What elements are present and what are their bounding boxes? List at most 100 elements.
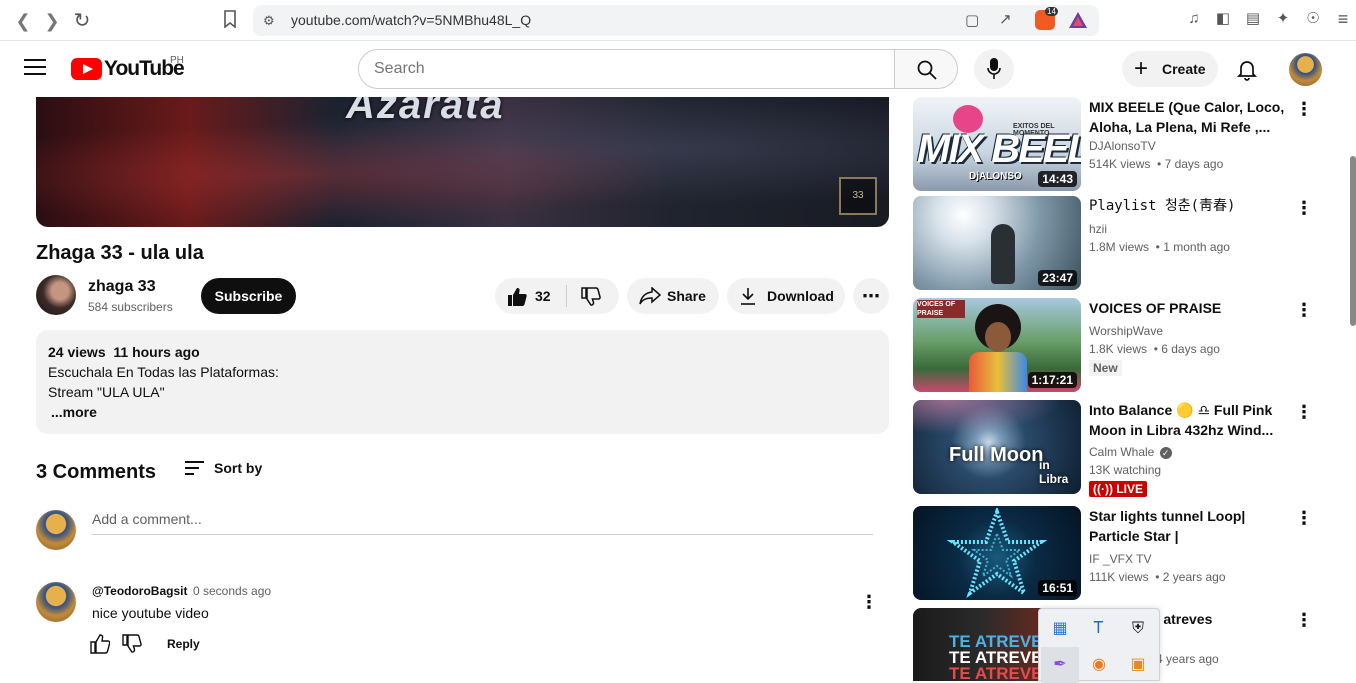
recommendation-item[interactable]: VOICES OF PRAISE 1:17:21 VOICES OF PRAIS…	[913, 298, 1323, 392]
thumbs-down-icon	[581, 287, 601, 306]
recommendation-thumbnail[interactable]: 23:47	[913, 196, 1081, 290]
reload-icon[interactable]: ↻	[71, 10, 93, 32]
more-actions-button[interactable]: ⋯	[853, 278, 889, 314]
recommendation-item[interactable]: EXITOS DEL MOMENTO MIX BEELE DjALONSO 14…	[913, 97, 1323, 191]
subscribe-button[interactable]: Subscribe	[201, 278, 296, 314]
vpn-icon[interactable]: ☉	[1303, 9, 1323, 29]
recommendation-channel[interactable]: WorshipWave	[1089, 324, 1163, 338]
recommendation-menu-icon[interactable]: ⋮	[1295, 99, 1313, 119]
recommendation-menu-icon[interactable]: ⋮	[1295, 508, 1313, 528]
feather-app-icon[interactable]: ✒	[1041, 647, 1079, 683]
like-button[interactable]: 32	[495, 278, 566, 314]
recommendation-thumbnail[interactable]: VOICES OF PRAISE 1:17:21	[913, 298, 1081, 392]
recommendation-thumbnail[interactable]: EXITOS DEL MOMENTO MIX BEELE DjALONSO 14…	[913, 97, 1081, 191]
back-icon[interactable]: ❮	[12, 10, 34, 32]
recommendation-thumbnail[interactable]: 16:51	[913, 506, 1081, 600]
sort-by-button[interactable]: Sort by	[214, 460, 262, 476]
search-button[interactable]	[894, 49, 958, 89]
security-shield-icon[interactable]: ⛨	[1119, 611, 1157, 647]
live-icon: ((·))	[1093, 482, 1113, 496]
recommendation-channel[interactable]: hzii	[1089, 222, 1107, 236]
page-scrollbar[interactable]	[1350, 156, 1356, 326]
dislike-button[interactable]	[567, 278, 619, 314]
recommendation-thumbnail[interactable]: Full Moon in Libra	[913, 400, 1081, 494]
video-description[interactable]: 24 views 11 hours ago Escuchala En Todas…	[36, 330, 889, 434]
sort-icon[interactable]	[185, 461, 204, 477]
recommendation-menu-icon[interactable]: ⋮	[1295, 198, 1313, 218]
bluetooth-icon[interactable]: Ꭲ	[1080, 611, 1118, 647]
recommendation-title[interactable]: Into Balance 🟡 ♎ Full Pink Moon in Libra…	[1089, 400, 1289, 440]
bookmark-icon[interactable]	[219, 10, 241, 32]
account-avatar[interactable]	[1289, 53, 1322, 86]
channel-avatar[interactable]	[36, 275, 76, 315]
url-text[interactable]: youtube.com/watch?v=5NMBhu48L_Q	[291, 12, 531, 28]
download-icon	[741, 288, 755, 305]
video-player[interactable]: Azarata 33	[36, 97, 889, 227]
recommendation-menu-icon[interactable]: ⋮	[1295, 300, 1313, 320]
video-duration: 23:47	[1038, 270, 1077, 286]
search-input[interactable]	[374, 60, 874, 78]
comment-time[interactable]: 0 seconds ago	[193, 584, 271, 598]
channel-name[interactable]: zhaga 33	[88, 278, 156, 296]
recommendation-item[interactable]: 23:47 Playlist 청춘(靑春) hzii 1.8M views • …	[913, 196, 1323, 290]
voice-search-button[interactable]	[974, 49, 1014, 89]
brave-shield-icon[interactable]: 14	[1035, 7, 1058, 30]
comment-author[interactable]: @TeodoroBagsit	[92, 584, 187, 598]
commenter-avatar[interactable]	[36, 582, 76, 622]
create-button[interactable]: + Create	[1122, 51, 1218, 87]
thumbnail-title: MIX BEELE	[917, 127, 1081, 171]
description-more-link[interactable]: ...more	[51, 404, 97, 420]
recommendation-channel[interactable]: IF _VFX TV	[1089, 552, 1151, 566]
network-app-icon[interactable]: ▦	[1041, 611, 1079, 647]
video-duration: 14:43	[1038, 171, 1077, 187]
reply-button[interactable]: Reply	[167, 637, 200, 651]
description-line: Escuchala En Todas las Plataformas:	[48, 364, 279, 380]
search-box[interactable]	[358, 49, 895, 89]
recommendation-channel[interactable]: Calm Whale ✓	[1089, 445, 1172, 459]
video-title: Zhaga 33 - ula ula	[36, 242, 204, 264]
recommendation-item[interactable]: Full Moon in Libra Into Balance 🟡 ♎ Full…	[913, 400, 1323, 497]
live-badge: ((·)) LIVE	[1089, 481, 1147, 497]
share-button[interactable]: Share	[627, 278, 719, 314]
download-button[interactable]: Download	[727, 278, 845, 314]
more-horizontal-icon: ⋯	[862, 286, 880, 306]
leo-ai-icon[interactable]: ✦	[1273, 9, 1293, 29]
recommendation-title[interactable]: Playlist 청춘(靑春)	[1089, 196, 1289, 216]
comment-dislike-icon[interactable]	[122, 634, 142, 654]
comment-like-icon[interactable]	[90, 634, 111, 654]
avast-icon[interactable]: ◉	[1080, 647, 1118, 683]
cast-icon[interactable]: ▢	[965, 11, 979, 29]
address-bar[interactable]: ⚙ youtube.com/watch?v=5NMBhu48L_Q ▢ ↗ 14	[253, 5, 1099, 36]
recommendation-menu-icon[interactable]: ⋮	[1295, 610, 1313, 630]
recommendation-meta: 514K views • 7 days ago	[1089, 157, 1224, 171]
add-comment-input[interactable]: Add a comment...	[92, 511, 202, 527]
recommendation-item[interactable]: 16:51 Star lights tunnel Loop| Particle …	[913, 506, 1323, 600]
utility-app-icon[interactable]: ▣	[1119, 647, 1157, 683]
site-info-icon[interactable]: ⚙	[263, 13, 275, 29]
comment-menu-icon[interactable]: ⋮	[859, 592, 879, 612]
my-avatar	[36, 510, 76, 550]
music-icon[interactable]: ♫	[1184, 9, 1204, 29]
hamburger-menu-icon[interactable]	[24, 59, 46, 77]
comment-text: nice youtube video	[92, 605, 209, 621]
player-title-art: Azarata	[346, 97, 505, 127]
notifications-bell-icon[interactable]	[1235, 57, 1259, 81]
thumbnail-brand: DjALONSO	[969, 171, 1022, 182]
recommendation-title[interactable]: Star lights tunnel Loop| Particle Star |	[1089, 506, 1289, 546]
recommendation-channel[interactable]: DJAlonsoTV	[1089, 139, 1156, 153]
browser-menu-icon[interactable]: ≡	[1333, 9, 1353, 29]
share-icon	[639, 287, 661, 305]
thumbnail-blossoms	[913, 400, 1081, 440]
recommendation-title[interactable]: te atreves	[1147, 609, 1297, 629]
description-meta: 24 views 11 hours ago	[48, 344, 200, 360]
search-icon	[917, 60, 937, 80]
recommendation-title[interactable]: MIX BEELE (Que Calor, Loco, Aloha, La Pl…	[1089, 97, 1289, 137]
share-page-icon[interactable]: ↗	[999, 10, 1012, 28]
youtube-header: YouTube PH + Create	[0, 41, 1356, 97]
recommendation-title[interactable]: VOICES OF PRAISE	[1089, 298, 1289, 318]
recommendation-menu-icon[interactable]: ⋮	[1295, 402, 1313, 422]
forward-icon[interactable]: ❯	[41, 10, 63, 32]
brave-rewards-icon[interactable]	[1068, 10, 1088, 35]
sidebar-icon[interactable]: ◧	[1213, 9, 1233, 29]
wallet-icon[interactable]: ▤	[1243, 9, 1263, 29]
